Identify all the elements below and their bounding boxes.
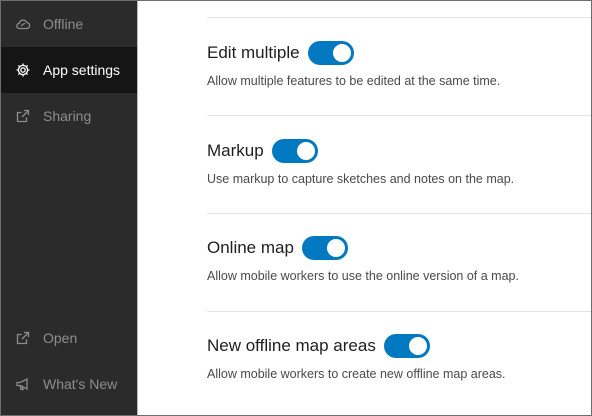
setting-title: Markup: [207, 141, 264, 160]
setting-description: Allow mobile workers to create new offli…: [207, 367, 506, 381]
sidebar-item-label: Offline: [43, 16, 84, 32]
toggle-knob: [326, 239, 345, 257]
divider: [207, 311, 591, 312]
sidebar-item-label: What's New: [43, 376, 118, 392]
setting-new-offline-map-areas: New offline map areas Allow mobile worke…: [207, 331, 587, 381]
setting-edit-multiple: Edit multiple Allow multiple features to…: [207, 38, 587, 88]
setting-description: Allow multiple features to be edited at …: [207, 74, 501, 88]
toggle-knob: [332, 44, 351, 62]
sidebar-item-label: Sharing: [43, 108, 92, 124]
cloud-offline-icon: [15, 16, 31, 32]
setting-title: Online map: [207, 238, 294, 257]
sidebar-item-whats-new[interactable]: What's New: [1, 361, 137, 407]
setting-description: Use markup to capture sketches and notes…: [207, 172, 515, 186]
divider: [207, 213, 591, 214]
toggle-knob: [296, 142, 315, 160]
app-window: Offline App settings Sharing Open What's: [0, 0, 592, 416]
markup-toggle[interactable]: [271, 139, 318, 163]
setting-markup: Markup Use markup to capture sketches an…: [207, 136, 587, 186]
sidebar-item-label: App settings: [43, 62, 121, 78]
divider: [207, 115, 591, 116]
gear-icon: [15, 62, 31, 78]
sidebar-item-label: Open: [43, 330, 78, 346]
toggle-knob: [408, 337, 427, 355]
sidebar-item-sharing[interactable]: Sharing: [1, 93, 137, 139]
divider: [207, 17, 591, 18]
sidebar: Offline App settings Sharing Open What's: [1, 1, 137, 415]
edit-multiple-toggle[interactable]: [307, 41, 354, 65]
setting-title: New offline map areas: [207, 336, 376, 355]
sidebar-item-open[interactable]: Open: [1, 315, 137, 361]
new-offline-map-areas-toggle[interactable]: [383, 334, 430, 358]
open-external-icon: [15, 330, 31, 346]
setting-online-map: Online map Allow mobile workers to use t…: [207, 233, 587, 283]
setting-title: Edit multiple: [207, 43, 300, 62]
setting-description: Allow mobile workers to use the online v…: [207, 269, 519, 283]
share-icon: [15, 108, 31, 124]
online-map-toggle[interactable]: [301, 236, 348, 260]
megaphone-icon: [15, 376, 31, 392]
app-settings-panel: Edit multiple Allow multiple features to…: [138, 1, 591, 415]
sidebar-item-app-settings[interactable]: App settings: [1, 47, 137, 93]
sidebar-item-offline[interactable]: Offline: [1, 1, 137, 47]
